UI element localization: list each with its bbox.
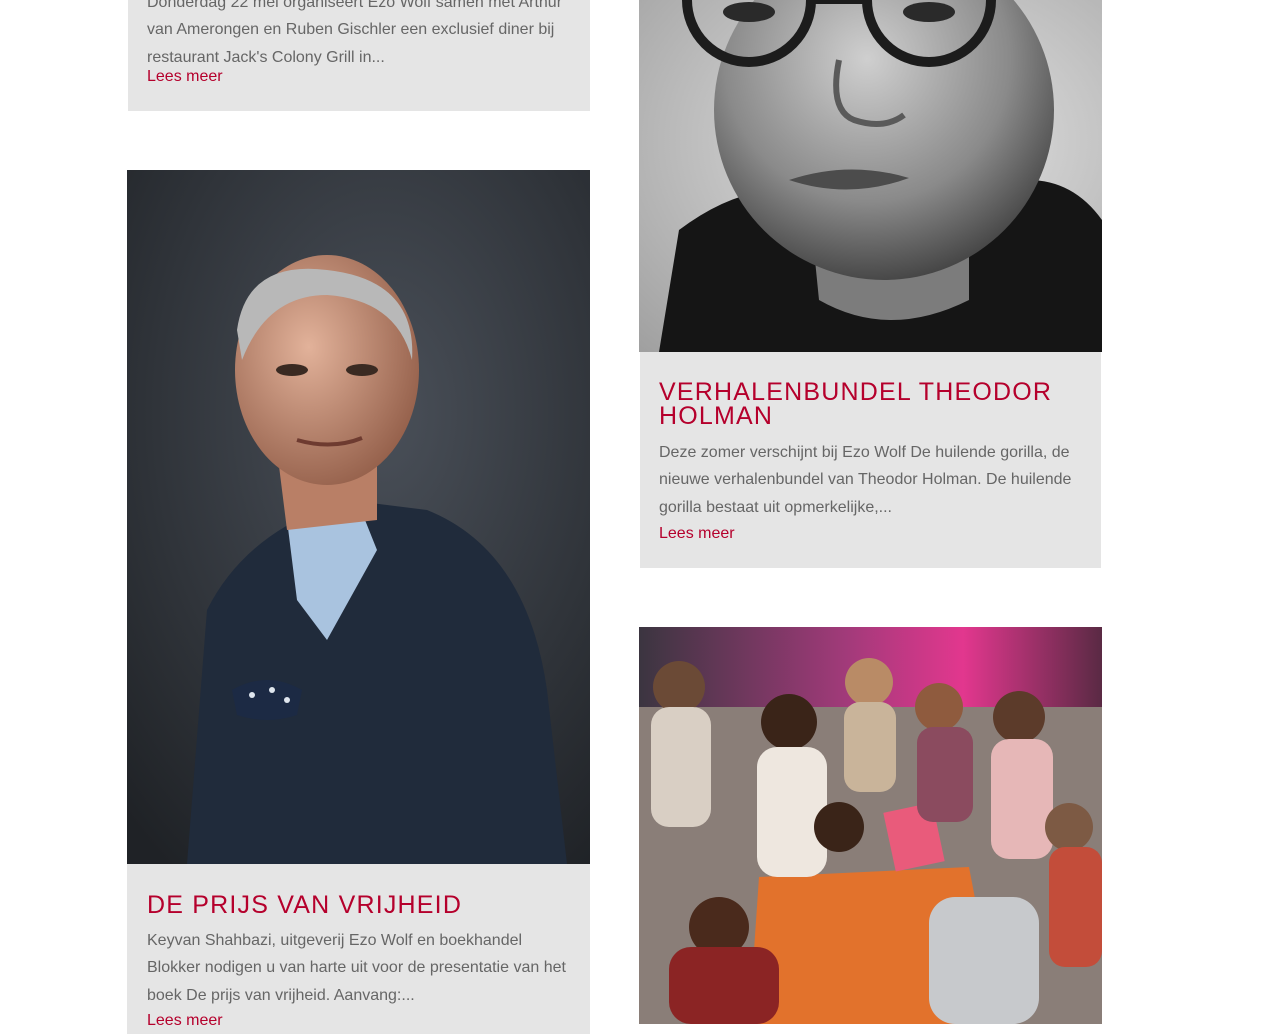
excerpt-line: Donderdag 22 mei organiseert Ezo Wolf sa… <box>147 0 563 11</box>
post-card-theodor-holman: VERHALENBUNDEL THEODOR HOLMAN Deze zomer… <box>640 352 1101 568</box>
read-more-link[interactable]: Lees meer <box>147 1007 223 1034</box>
excerpt-line: Keyvan Shahbazi, uitgeverij Ezo Wolf en … <box>147 932 523 949</box>
post-excerpt: Keyvan Shahbazi, uitgeverij Ezo Wolf en … <box>147 927 577 1009</box>
read-more-link[interactable]: Lees meer <box>659 520 735 547</box>
read-more-link[interactable]: Lees meer <box>147 63 223 90</box>
post-card-diner: Donderdag 22 mei organiseert Ezo Wolf sa… <box>128 0 590 111</box>
excerpt-line: Blokker nodigen u van harte uit voor de … <box>147 959 566 977</box>
post-image-theodor-holman[interactable] <box>639 0 1102 352</box>
post-title[interactable]: DE PRIJS VAN VRIJHEID <box>147 893 462 918</box>
post-excerpt: Deze zomer verschijnt bij Ezo Wolf De hu… <box>659 439 1089 521</box>
post-card-prijs-van-vrijheid: DE PRIJS VAN VRIJHEID Keyvan Shahbazi, u… <box>127 864 590 1034</box>
excerpt-line: gorilla bestaat uit opmerkelijke,... <box>659 498 892 516</box>
post-title[interactable]: VERHALENBUNDEL THEODOR HOLMAN <box>659 380 1079 430</box>
post-image-book-signing[interactable] <box>639 627 1102 1024</box>
excerpt-line: nieuwe verhalenbundel van Theodor Holman… <box>659 471 1072 489</box>
excerpt-line: Deze zomer verschijnt bij Ezo Wolf De hu… <box>659 444 1070 461</box>
post-excerpt: Donderdag 22 mei organiseert Ezo Wolf sa… <box>147 0 577 71</box>
excerpt-line: boek De prijs van vrijheid. Aanvang:... <box>147 986 415 1004</box>
title-line: HOLMAN <box>659 402 774 430</box>
post-image-prijs-van-vrijheid[interactable] <box>127 170 590 864</box>
excerpt-line: van Amerongen en Ruben Gischler een excl… <box>147 21 555 39</box>
